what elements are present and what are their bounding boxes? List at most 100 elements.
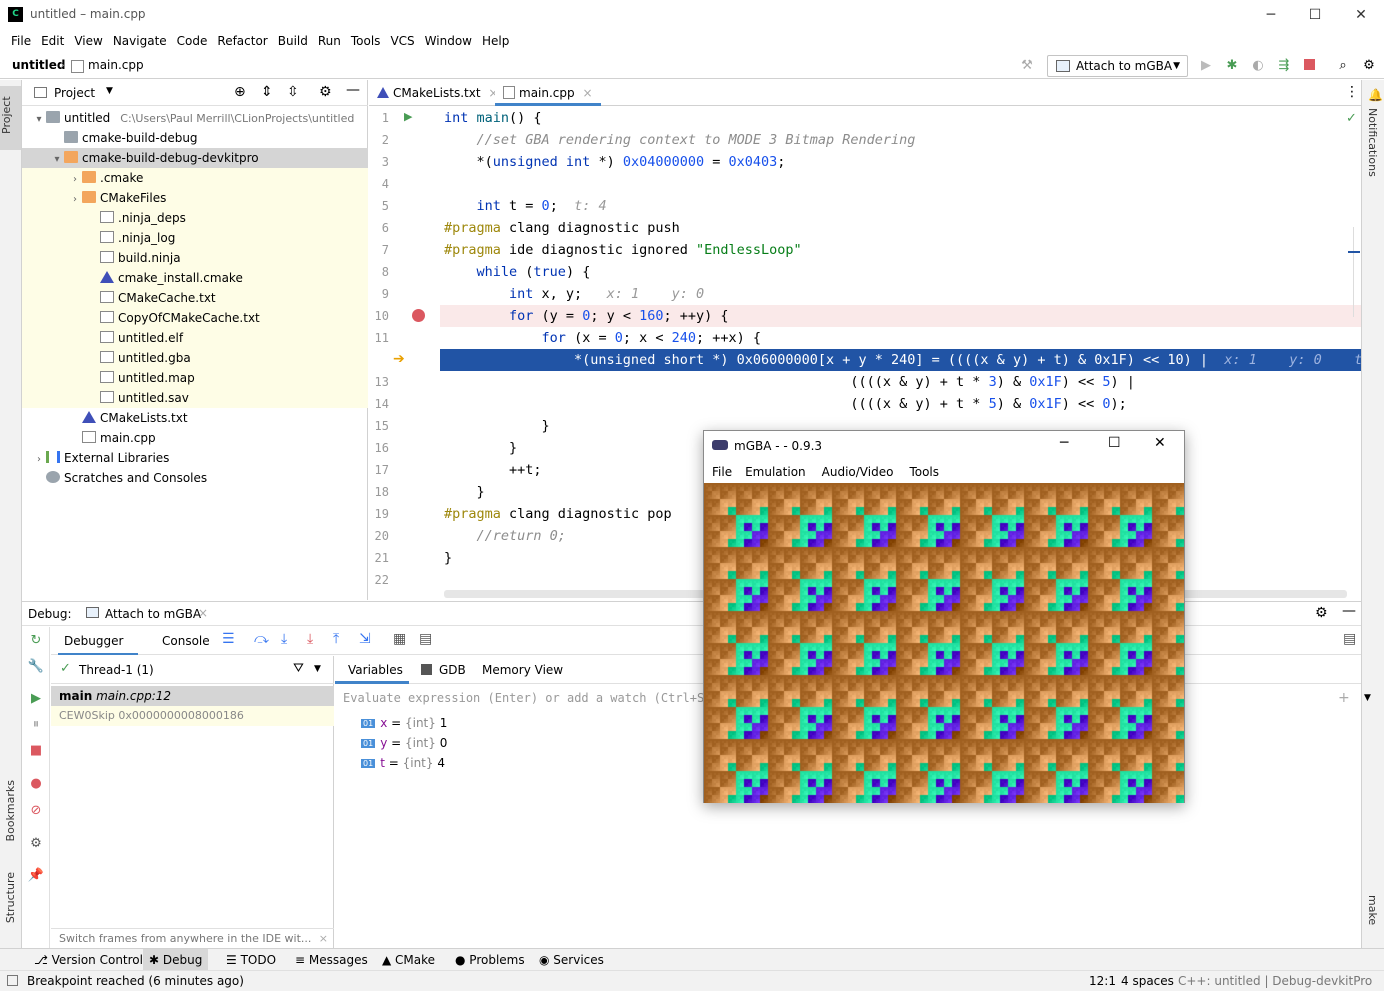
scrollbar[interactable] [1353, 227, 1354, 317]
view-breakpoints-icon[interactable]: ● [27, 775, 45, 793]
tree-item[interactable]: untitled.sav [22, 388, 368, 408]
step-out-icon[interactable]: ⤒ [333, 631, 339, 647]
gear-icon[interactable]: ⚙ [1315, 605, 1328, 621]
tab-cmakelists[interactable]: CMakeLists.txt × [369, 80, 506, 106]
variable-row[interactable]: 01 t = {int} 4 [361, 756, 445, 770]
tree-item[interactable]: › .cmake [22, 168, 368, 188]
collapse-all-icon[interactable]: ⇳ [287, 84, 299, 100]
expand-arrow-icon[interactable]: ▾ [32, 110, 46, 130]
pin-icon[interactable]: 📌 [27, 867, 45, 885]
indent-setting[interactable]: 4 spaces [1121, 974, 1174, 988]
menu-view[interactable]: View [69, 30, 107, 52]
tree-item[interactable]: CMakeLists.txt [22, 408, 368, 428]
step-into-icon[interactable]: ⤓ [281, 631, 287, 647]
frame-row[interactable]: main main.cpp:12 [51, 686, 334, 706]
close-tab-icon[interactable]: × [582, 86, 592, 100]
close-session-icon[interactable]: × [198, 606, 208, 620]
hide-panel-icon[interactable]: — [346, 82, 360, 98]
tree-item[interactable]: › External Libraries [22, 448, 368, 468]
mute-breakpoints-icon[interactable]: ⊘ [27, 802, 45, 820]
tab-debug[interactable]: ✱ Debug [143, 949, 209, 971]
tab-messages[interactable]: ≡ Messages [289, 949, 374, 971]
tree-item[interactable]: › CMakeFiles [22, 188, 368, 208]
menu-code[interactable]: Code [172, 30, 213, 52]
bookmarks-tool-tab[interactable]: Bookmarks [4, 780, 17, 841]
debug-session-tab[interactable]: Attach to mGBA [105, 607, 201, 621]
minimize-button[interactable]: ─ [1248, 0, 1294, 30]
tree-item[interactable]: main.cpp [22, 428, 368, 448]
tab-console[interactable]: Console [162, 634, 210, 648]
menu-run[interactable]: Run [313, 30, 346, 52]
mgba-menu-tools[interactable]: Tools [901, 461, 947, 483]
menu-help[interactable]: Help [477, 30, 514, 52]
tab-todo[interactable]: ☰ TODO [220, 949, 282, 971]
rerun-icon[interactable]: ↻ [27, 632, 45, 650]
expand-arrow-icon[interactable]: ▾ [50, 150, 64, 170]
search-icon[interactable]: ⌕ [1334, 57, 1352, 75]
tab-gdb[interactable]: GDB [439, 663, 466, 677]
tree-item[interactable]: build.ninja [22, 248, 368, 268]
tree-item[interactable]: .ninja_log [22, 228, 368, 248]
expand-all-icon[interactable]: ⇕ [261, 84, 273, 100]
mgba-menu-file[interactable]: File [707, 461, 737, 483]
close-button[interactable]: ✕ [1154, 435, 1166, 451]
tab-services[interactable]: ◉ Services [533, 949, 610, 971]
tab-memory-view[interactable]: Memory View [482, 663, 563, 677]
gba-screen[interactable] [704, 483, 1184, 803]
tree-item[interactable]: CopyOfCMakeCache.txt [22, 308, 368, 328]
tree-item[interactable]: untitled.gba [22, 348, 368, 368]
tab-debugger[interactable]: Debugger [64, 634, 123, 648]
hide-panel-icon[interactable]: — [1342, 603, 1356, 619]
add-watch-icon[interactable]: + [1338, 690, 1350, 706]
menu-tools[interactable]: Tools [346, 30, 386, 52]
wrench-icon[interactable]: 🔧 [27, 658, 45, 676]
menu-vcs[interactable]: VCS [385, 30, 419, 52]
tree-item[interactable]: ▾ untitled C:\Users\Paul Merrill\CLionProj… [22, 108, 368, 128]
stop-icon[interactable]: ■ [27, 742, 45, 760]
mgba-menu-audio-video[interactable]: Audio/Video [814, 461, 902, 483]
breadcrumb-file[interactable]: main.cpp [88, 58, 144, 72]
tab-cmake[interactable]: ▲ CMake [376, 949, 441, 971]
menu-navigate[interactable]: Navigate [108, 30, 172, 52]
breakpoint-icon[interactable] [412, 309, 425, 322]
notifications-tool-tab[interactable]: Notifications [1366, 108, 1379, 177]
menu-lines-icon[interactable]: ☰ [222, 631, 235, 647]
run-gutter-icon[interactable]: ▶ [404, 110, 412, 123]
tree-item[interactable]: Scratches and Consoles [22, 468, 368, 488]
tree-item[interactable]: untitled.map [22, 368, 368, 388]
tree-item[interactable]: cmake-build-debug [22, 128, 368, 148]
minimize-button[interactable]: ─ [1060, 435, 1068, 451]
context-info[interactable]: C++: untitled | Debug-devkitPro [1178, 974, 1372, 988]
menu-refactor[interactable]: Refactor [212, 30, 272, 52]
resume-icon[interactable]: ▶ [27, 690, 45, 708]
close-hint-icon[interactable]: × [319, 929, 328, 949]
breadcrumb-project[interactable]: untitled [12, 58, 66, 72]
evaluate-input[interactable]: Evaluate expression (Enter) or add a wat… [343, 691, 740, 705]
run-config-select[interactable]: Attach to mGBA ▼ [1047, 55, 1188, 77]
tree-item[interactable]: cmake_install.cmake [22, 268, 368, 288]
tree-item[interactable]: .ninja_deps [22, 208, 368, 228]
mgba-menu-emulation[interactable]: Emulation [737, 461, 814, 483]
caret-position[interactable]: 12:1 [1089, 974, 1116, 988]
project-tool-tab[interactable]: Project [0, 86, 21, 150]
chevron-down-icon[interactable]: ▼ [314, 664, 321, 674]
make-tool-tab[interactable]: make [1366, 895, 1379, 925]
status-message[interactable]: Breakpoint reached (6 minutes ago) [27, 974, 244, 988]
force-step-into-icon[interactable]: ⤓ [307, 631, 313, 647]
step-over-icon[interactable]: ⤼ [254, 631, 269, 647]
notifications-bell-icon[interactable]: 🔔 [1368, 88, 1383, 102]
structure-tool-tab[interactable]: Structure [4, 872, 17, 923]
coverage-icon[interactable]: ◐ [1249, 57, 1267, 75]
tree-item[interactable]: untitled.elf [22, 328, 368, 348]
tab-version-control[interactable]: ⎇ Version Control [28, 949, 149, 971]
expand-arrow-icon[interactable]: › [68, 170, 82, 190]
pause-icon[interactable]: ⏸ [27, 716, 45, 734]
expand-arrow-icon[interactable]: › [32, 450, 46, 470]
evaluate-icon[interactable]: ▦ [393, 631, 406, 647]
tab-variables[interactable]: Variables [348, 663, 403, 677]
tab-main-cpp[interactable]: main.cpp × [495, 80, 601, 106]
settings-icon[interactable]: ⚙ [27, 835, 45, 853]
variable-row[interactable]: 01 x = {int} 1 [361, 716, 447, 730]
settings-gear-icon[interactable]: ⚙ [1360, 57, 1378, 75]
maximize-button[interactable]: ☐ [1292, 0, 1338, 30]
